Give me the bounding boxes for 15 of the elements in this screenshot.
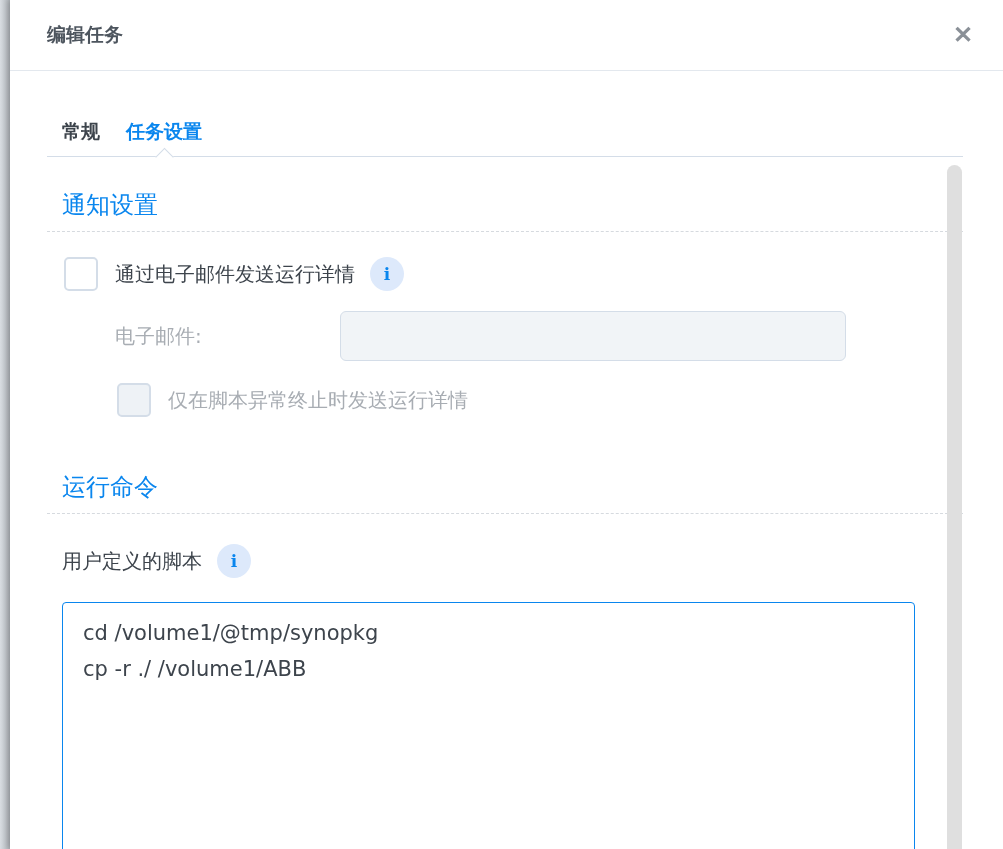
close-button[interactable]: ✕ (953, 21, 973, 49)
checkbox[interactable] (64, 257, 98, 291)
section-heading: 通知设置 (61, 190, 159, 221)
script-field[interactable]: cd /volume1/@tmp/synopkg cp -r ./ /volume1/ABB (62, 602, 915, 849)
field-label: 电子邮件: (115, 322, 203, 350)
dialog-title: 编辑任务 (47, 22, 123, 47)
tab[interactable]: 任务设置 (126, 102, 202, 156)
checkbox-label: 仅在脚本异常终止时发送运行详情 (168, 386, 468, 414)
section-heading: 运行命令 (61, 472, 159, 503)
checkbox-label: 通过电子邮件发送运行详情 (115, 260, 355, 288)
tab[interactable]: 常规 (62, 102, 100, 156)
info-icon[interactable]: i (370, 257, 404, 291)
scrollbar[interactable] (947, 165, 962, 849)
script-label: 用户定义的脚本 (62, 547, 202, 575)
info-icon[interactable]: i (217, 544, 251, 578)
